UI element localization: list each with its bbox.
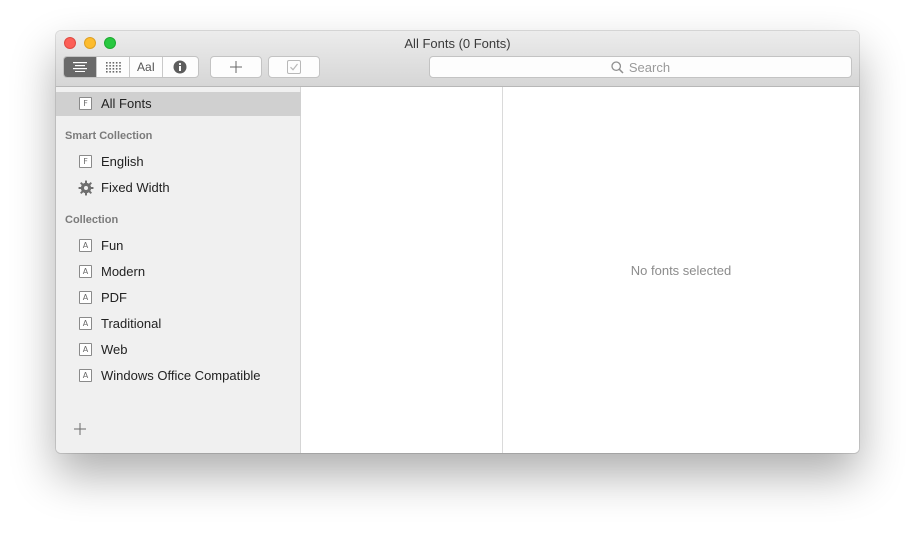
font-collection-icon: A xyxy=(78,264,94,280)
sidebar-item-label: Fun xyxy=(101,238,124,253)
sidebar-item-label: Fixed Width xyxy=(101,180,170,195)
smart-collection-heading: Smart Collection xyxy=(65,130,153,142)
sidebar-item-label: English xyxy=(101,154,144,169)
search-icon xyxy=(611,60,624,74)
validate-fonts-button[interactable] xyxy=(268,56,320,78)
font-book-window: All Fonts (0 Fonts) AaI Search F All Fon… xyxy=(56,31,859,453)
grid-view-icon xyxy=(105,61,121,73)
sample-view-icon: AaI xyxy=(136,60,155,74)
window-title: All Fonts (0 Fonts) xyxy=(404,36,511,51)
sidebar-item-label: Traditional xyxy=(101,316,162,331)
font-list-pane[interactable] xyxy=(301,87,503,453)
sidebar-item-web[interactable]: A Web xyxy=(56,338,301,362)
sidebar-item-windows-office-compatible[interactable]: A Windows Office Compatible xyxy=(56,364,301,388)
font-collection-icon: F xyxy=(78,154,94,170)
gear-icon xyxy=(78,180,94,196)
font-preview-pane: No fonts selected xyxy=(503,87,859,453)
sidebar-item-pdf[interactable]: A PDF xyxy=(56,286,301,310)
add-fonts-button[interactable] xyxy=(210,56,262,78)
sidebar-item-modern[interactable]: A Modern xyxy=(56,260,301,284)
font-collection-icon: F xyxy=(78,96,94,112)
info-view-button[interactable] xyxy=(163,57,196,77)
sidebar-item-fun[interactable]: A Fun xyxy=(56,234,301,258)
font-collection-icon: A xyxy=(78,368,94,384)
sidebar-item-traditional[interactable]: A Traditional xyxy=(56,312,301,336)
title-bar: All Fonts (0 Fonts) AaI Search xyxy=(56,31,859,87)
info-icon xyxy=(173,60,186,74)
search-placeholder: Search xyxy=(628,59,671,75)
sidebar-item-all-fonts[interactable]: F All Fonts xyxy=(56,92,301,116)
sidebar-item-fixed-width[interactable]: Fixed Width xyxy=(56,176,301,200)
sidebar-item-label: PDF xyxy=(101,290,127,305)
search-field[interactable]: Search xyxy=(429,56,852,78)
sidebar-item-label: Windows Office Compatible xyxy=(101,368,261,383)
checkbox-check-icon xyxy=(287,60,301,74)
collection-heading: Collection xyxy=(65,214,119,226)
add-collection-button[interactable] xyxy=(73,422,87,436)
view-mode-segmented-control: AaI xyxy=(63,56,199,78)
sidebar-item-label: Modern xyxy=(101,264,146,279)
sample-view-button[interactable]: AaI xyxy=(130,57,163,77)
sidebar-item-label: All Fonts xyxy=(101,96,152,111)
font-collection-icon: A xyxy=(78,342,94,358)
font-collection-icon: A xyxy=(78,290,94,306)
list-view-button[interactable] xyxy=(64,57,97,77)
sidebar-item-english[interactable]: F English xyxy=(56,150,301,174)
collections-sidebar: F All Fonts Smart Collection F English F… xyxy=(56,87,301,453)
font-collection-icon: A xyxy=(78,316,94,332)
sidebar-item-label: Web xyxy=(101,342,128,357)
font-collection-icon: A xyxy=(78,238,94,254)
plus-icon xyxy=(74,423,86,435)
grid-view-button[interactable] xyxy=(97,57,130,77)
list-view-icon xyxy=(73,62,87,72)
plus-icon xyxy=(230,61,242,73)
empty-selection-message: No fonts selected xyxy=(630,263,732,278)
